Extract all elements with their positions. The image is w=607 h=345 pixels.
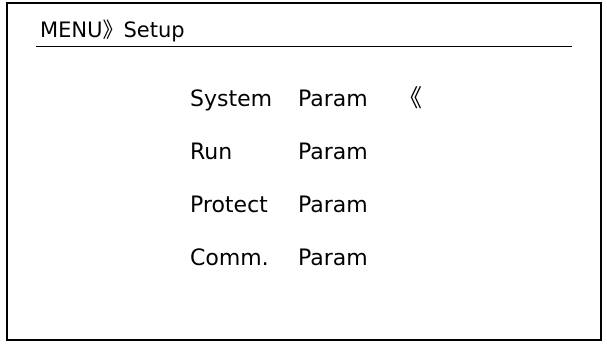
menu-item-suffix: Param xyxy=(298,193,368,218)
menu-breadcrumb: MENU》Setup xyxy=(40,18,185,42)
menu-item-label: Comm. xyxy=(190,246,269,271)
header-divider xyxy=(36,46,572,47)
menu-item-suffix: Param xyxy=(298,140,368,165)
menu-item-suffix: Param xyxy=(298,87,368,112)
menu-item-suffix: Param xyxy=(298,246,368,271)
lcd-screen: MENU》Setup System Param 《 Run Param Prot… xyxy=(6,2,602,341)
menu-item-label: System xyxy=(190,87,273,112)
menu-item-label: Run xyxy=(190,140,233,165)
menu-item-label: Protect xyxy=(190,193,268,218)
selection-cursor-icon: 《 xyxy=(398,84,422,112)
